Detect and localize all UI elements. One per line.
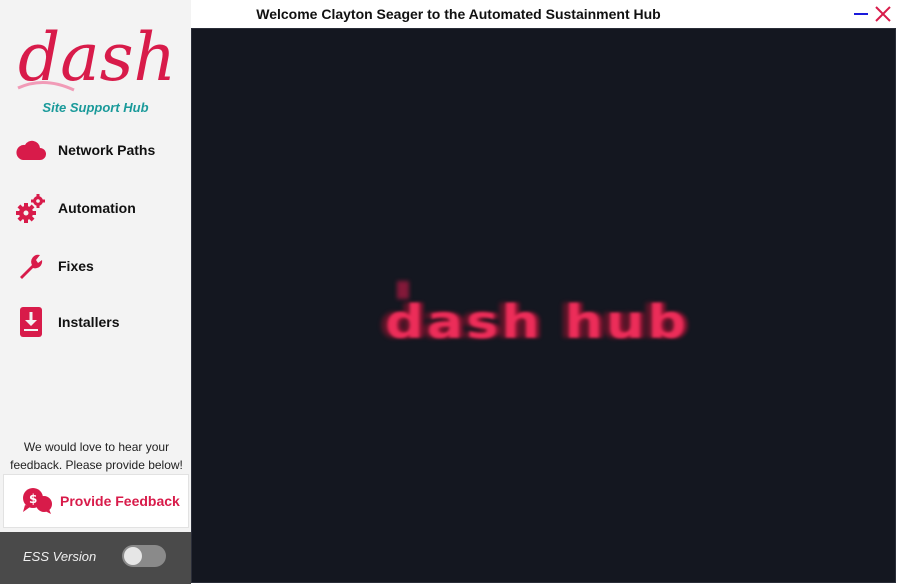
sidebar-item-label: Fixes (58, 258, 94, 274)
provide-feedback-button[interactable]: $ Provide Feedback (3, 474, 189, 528)
provide-feedback-label: Provide Feedback (60, 493, 180, 509)
ess-version-toggle[interactable] (122, 545, 166, 567)
sidebar: dash Site Support Hub Network Paths Auto… (0, 0, 191, 584)
svg-text:$: $ (29, 492, 37, 506)
sidebar-item-network-paths[interactable]: Network Paths (0, 128, 191, 172)
minimize-icon (854, 13, 868, 15)
sidebar-item-label: Installers (58, 314, 120, 330)
splash-logo-text: dash hub (384, 295, 690, 350)
minimize-button[interactable] (852, 4, 870, 24)
feedback-prompt-line: We would love to hear your (23, 440, 170, 454)
sidebar-item-label: Automation (58, 200, 136, 216)
wrench-icon (14, 249, 48, 283)
close-icon (875, 6, 891, 22)
feedback-chat-icon: $ (20, 486, 54, 516)
sidebar-item-fixes[interactable]: Fixes (0, 244, 191, 288)
window-title: Welcome Clayton Seager to the Automated … (256, 6, 661, 22)
download-icon (14, 305, 48, 339)
main-content-area: dash hub (191, 28, 896, 583)
site-subtitle: Site Support Hub (42, 100, 149, 115)
cloud-icon (14, 133, 48, 167)
gears-icon (14, 191, 48, 225)
feedback-prompt: We would love to hear your feedback. Ple… (0, 438, 193, 474)
dash-logo: dash (17, 19, 176, 96)
toggle-knob (124, 547, 142, 565)
sidebar-item-label: Network Paths (58, 142, 156, 158)
sidebar-item-installers[interactable]: Installers (0, 300, 191, 344)
sidebar-footer: ESS Version (0, 532, 191, 584)
feedback-prompt-line: feedback. Please provide below! (10, 458, 183, 472)
close-button[interactable] (873, 4, 893, 24)
ess-version-label: ESS Version (23, 549, 97, 564)
sidebar-item-automation[interactable]: Automation (0, 186, 191, 230)
logo-text: dash (18, 19, 176, 96)
